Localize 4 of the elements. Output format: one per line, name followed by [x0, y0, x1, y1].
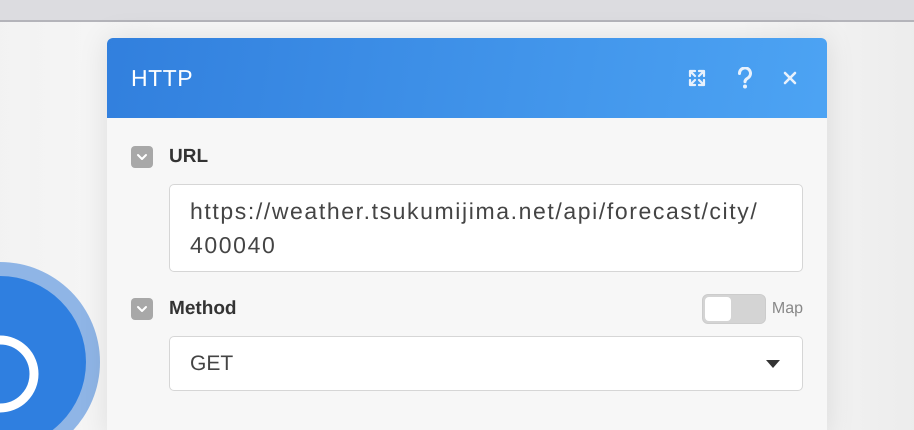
field-label: Method [169, 298, 237, 320]
field-label: URL [169, 146, 208, 168]
map-label: Map [772, 300, 803, 318]
dialog-title: HTTP [131, 64, 194, 92]
